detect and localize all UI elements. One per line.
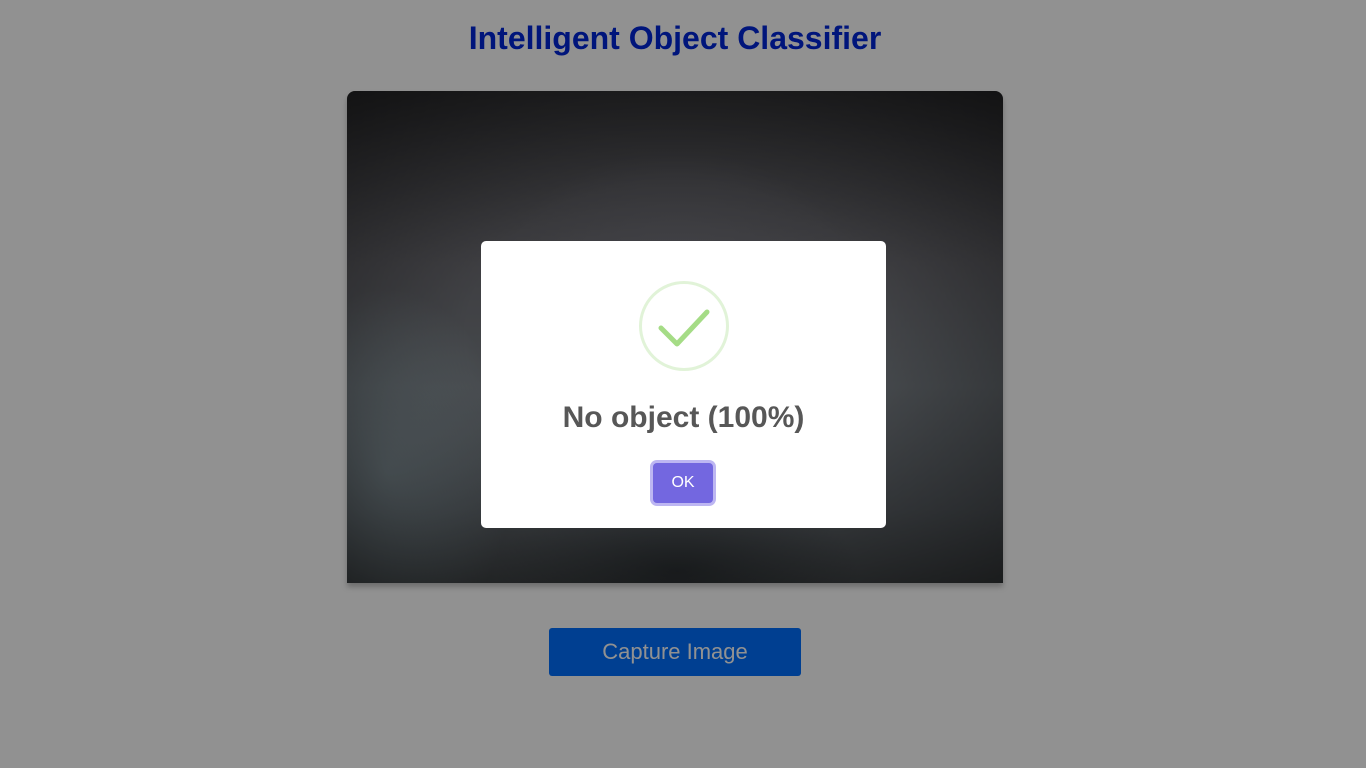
ok-button[interactable]: OK <box>653 463 713 503</box>
success-check-icon <box>639 281 729 371</box>
dialog-message: No object (100%) <box>562 401 805 434</box>
check-mark-icon <box>658 309 710 347</box>
result-dialog: No object (100%) OK <box>481 241 886 528</box>
